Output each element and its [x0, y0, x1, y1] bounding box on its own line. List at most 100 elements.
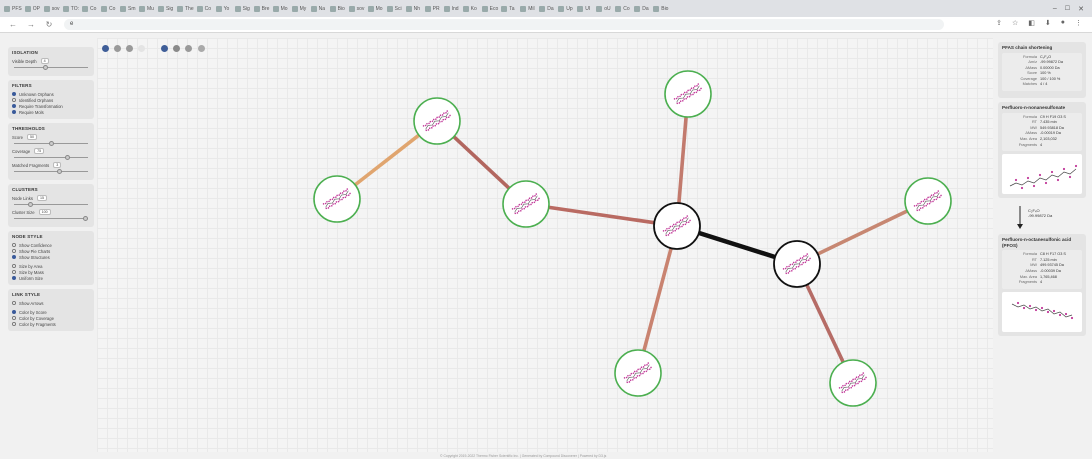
thresholds-section: THRESHOLDS Score 50 Coverage 75 Matched Frag… — [8, 123, 94, 180]
option-row[interactable]: Uniform Size — [12, 275, 90, 281]
atom-dot — [1070, 316, 1074, 319]
slider-knob[interactable] — [83, 215, 89, 221]
atom-dot — [1028, 304, 1032, 307]
atom-dot — [1034, 308, 1038, 311]
atom-dot — [1026, 177, 1030, 180]
atom-dot — [1062, 168, 1066, 171]
node-style-section: NODE STYLE Show Confidence Show Pie Chart… — [8, 231, 94, 285]
option-label: Uniform Size — [19, 275, 43, 281]
option-row[interactable]: Require Mols — [12, 109, 90, 115]
slider-knob[interactable] — [57, 168, 63, 174]
graph-node[interactable] — [664, 70, 712, 118]
radio-button[interactable] — [12, 255, 16, 259]
option-label: Require Mols — [19, 109, 44, 115]
clusters-list: Node Links 15 Cluster Size 100 — [12, 195, 90, 221]
slider-track — [14, 217, 88, 219]
radio-button[interactable] — [12, 249, 16, 253]
compound-b-details: Formula C8 H F17 O3 S RT 7.125 min MW 499.937… — [1002, 250, 1082, 289]
threshold-slider[interactable] — [14, 154, 88, 160]
transformation-details: Formula C₂F₄O Δm/z -99.99872 Da ΔMass 0.00000… — [1002, 52, 1082, 92]
compound-b-title: Perfluoro-n-octanesulfonic acid (PFOS) — [1002, 237, 1072, 248]
compound-card-b[interactable]: Perfluoro-n-octanesulfonic acid (PFOS) F… — [998, 234, 1086, 336]
radio-button[interactable] — [12, 110, 16, 114]
graph-node[interactable] — [313, 175, 361, 223]
atom-dot — [1056, 179, 1060, 182]
graph-node[interactable] — [904, 177, 952, 225]
threshold-slider[interactable] — [14, 215, 89, 221]
detail-key: Fragments — [1018, 280, 1037, 285]
radio-button[interactable] — [12, 264, 16, 268]
slider-track — [14, 156, 88, 158]
detail-row: Fragments 4 — [1002, 280, 1082, 286]
atom-dot — [1052, 309, 1056, 312]
graph-node[interactable] — [829, 359, 877, 407]
detail-key: Matches — [1022, 82, 1037, 87]
option-label: Color by Fragments — [19, 321, 56, 327]
atom-dot — [1050, 171, 1054, 174]
radio-button[interactable] — [12, 92, 16, 96]
detail-value: 4 / 4 — [1040, 82, 1048, 87]
option-label: Show Structures — [19, 254, 50, 260]
detail-row: Matches 4 / 4 — [1002, 82, 1082, 88]
isolation-section: ISOLATION Visible Depth 4 — [8, 47, 94, 76]
detail-value: 1,765,468 — [1040, 274, 1057, 279]
threshold-slider[interactable] — [14, 168, 88, 174]
down-arrow-icon — [1017, 206, 1023, 230]
threshold-slider[interactable] — [14, 140, 88, 146]
link-style-section: LINK STYLE Show Arrows Color by Score Col… — [8, 289, 94, 331]
threshold-slider[interactable] — [14, 201, 88, 207]
atom-dot — [1032, 185, 1036, 188]
slider-label: Score — [12, 134, 23, 140]
detail-value: 4 — [1040, 142, 1043, 147]
radio-button[interactable] — [12, 301, 16, 305]
graph-node[interactable] — [413, 97, 461, 145]
link-style-title: LINK STYLE — [12, 292, 41, 297]
node-style-title: NODE STYLE — [12, 234, 43, 239]
atom-dot — [1074, 165, 1078, 168]
option-label: Show Confidence — [19, 242, 52, 248]
atom-dot — [1040, 306, 1044, 309]
slider-knob[interactable] — [48, 140, 54, 146]
slider-label: Coverage — [12, 148, 31, 154]
option-row[interactable]: Color by Fragments — [12, 321, 90, 327]
compound-a-structure — [1002, 154, 1082, 195]
detail-key: Fragments — [1018, 142, 1037, 147]
radio-button[interactable] — [12, 98, 16, 102]
slider-track — [14, 170, 88, 172]
radio-button[interactable] — [12, 104, 16, 108]
slider-track — [14, 203, 88, 205]
radio-button[interactable] — [12, 270, 16, 274]
atom-dot — [1014, 179, 1018, 182]
thresholds-title: THRESHOLDS — [12, 126, 46, 131]
radio-button[interactable] — [12, 310, 16, 314]
slider-knob[interactable] — [42, 64, 48, 70]
transition-arrow: C₂F₄O -99.99872 Da — [998, 202, 1086, 234]
slider-knob[interactable] — [64, 154, 70, 160]
slider-label: Cluster Size — [12, 209, 35, 215]
graph-node[interactable] — [653, 202, 701, 250]
slider-knob[interactable] — [27, 201, 33, 207]
option-label: Show Arrows — [19, 300, 44, 306]
graph-node[interactable] — [502, 180, 550, 228]
node-style-group-1: Show Confidence Show Pie Charts Show Struc… — [12, 242, 90, 260]
option-label: Size by Mass — [19, 269, 44, 275]
atom-dot — [1016, 301, 1020, 304]
visible-depth-slider[interactable] — [14, 64, 88, 70]
compound-a-title: Perfluoro-n-nonanesulfonate — [1002, 105, 1066, 111]
option-label: Size by Area — [19, 263, 43, 269]
slider-label: Node Links — [12, 195, 33, 201]
radio-button[interactable] — [12, 322, 16, 326]
graph-node[interactable] — [614, 349, 662, 397]
footer-text: © Copyright 2019-2022 Thermo Fisher Scie… — [440, 454, 607, 458]
transformation-title: PFAS chain shortening — [1002, 45, 1053, 50]
link-style-group-2: Color by Score Color by Coverage Color by … — [12, 309, 90, 327]
compound-card-a[interactable]: Perfluoro-n-nonanesulfonate Formula C9 H … — [998, 102, 1086, 199]
option-label: Identified Orphans — [19, 97, 54, 103]
graph-node[interactable] — [773, 240, 821, 288]
option-label: Require Transformation — [19, 103, 63, 109]
radio-button[interactable] — [12, 276, 16, 280]
filters-title: FILTERS — [12, 83, 32, 88]
isolation-title: ISOLATION — [12, 50, 38, 55]
radio-button[interactable] — [12, 316, 16, 320]
radio-button[interactable] — [12, 243, 16, 247]
